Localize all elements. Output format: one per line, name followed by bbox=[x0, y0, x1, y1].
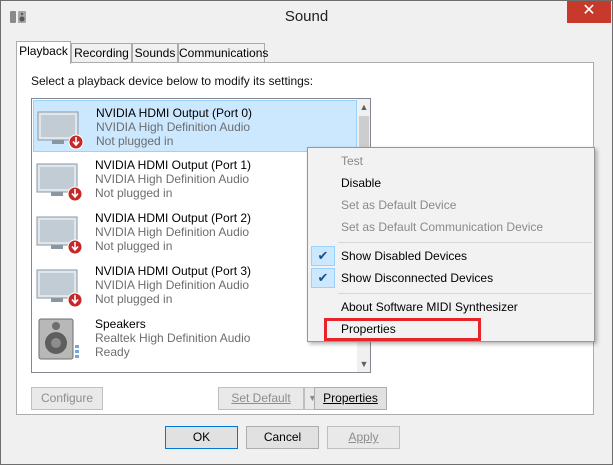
device-item-hdmi-port-0[interactable]: NVIDIA HDMI Output (Port 0) NVIDIA High … bbox=[33, 100, 357, 152]
ok-label: OK bbox=[192, 430, 211, 444]
device-driver: NVIDIA High Definition Audio bbox=[96, 120, 251, 134]
context-menu: Test Disable Set as Default Device Set a… bbox=[307, 147, 595, 342]
device-driver: Realtek High Definition Audio bbox=[95, 331, 251, 345]
configure-label: Configure bbox=[40, 391, 94, 405]
monitor-icon bbox=[36, 163, 83, 202]
menu-item-about-midi-synth[interactable]: About Software MIDI Synthesizer bbox=[341, 300, 518, 314]
tab-label: Sounds bbox=[134, 46, 176, 60]
device-driver: NVIDIA High Definition Audio bbox=[95, 278, 250, 292]
scroll-down-icon[interactable]: ▼ bbox=[357, 357, 370, 371]
tab-label: Communications bbox=[179, 46, 269, 60]
tab-communications[interactable]: Communications bbox=[178, 43, 269, 63]
device-name: NVIDIA HDMI Output (Port 1) bbox=[95, 158, 252, 172]
device-name: NVIDIA HDMI Output (Port 0) bbox=[96, 106, 253, 120]
window-title: Sound bbox=[284, 8, 329, 25]
monitor-icon bbox=[36, 269, 83, 308]
menu-item-test[interactable]: Test bbox=[341, 154, 363, 168]
menu-item-set-default-communication[interactable]: Set as Default Communication Device bbox=[341, 220, 543, 234]
apply-label: Apply bbox=[348, 430, 379, 444]
tab-playback[interactable]: Playback bbox=[16, 41, 71, 64]
tab-sounds[interactable]: Sounds bbox=[132, 43, 178, 63]
menu-item-show-disabled-devices[interactable]: Show Disabled Devices bbox=[341, 249, 467, 263]
cancel-button[interactable]: Cancel bbox=[246, 426, 319, 449]
set-default-button[interactable]: Set Default bbox=[218, 387, 304, 410]
device-status: Not plugged in bbox=[95, 186, 173, 200]
tab-label: Playback bbox=[19, 44, 68, 58]
instruction-text: Select a playback device below to modify… bbox=[31, 74, 314, 88]
device-name: NVIDIA HDMI Output (Port 2) bbox=[95, 211, 252, 225]
properties-label: Properties bbox=[323, 391, 378, 405]
configure-button[interactable]: Configure bbox=[31, 387, 103, 410]
device-status: Not plugged in bbox=[95, 239, 173, 253]
check-icon: ✔ bbox=[311, 268, 335, 288]
menu-separator bbox=[338, 242, 592, 243]
device-status: Ready bbox=[95, 345, 130, 359]
cancel-label: Cancel bbox=[263, 430, 302, 444]
menu-item-disable[interactable]: Disable bbox=[341, 176, 381, 190]
apply-button[interactable]: Apply bbox=[327, 426, 400, 449]
close-button[interactable]: ✕ bbox=[567, 1, 611, 23]
menu-item-show-disconnected-devices[interactable]: Show Disconnected Devices bbox=[341, 271, 493, 285]
device-status: Not plugged in bbox=[96, 134, 174, 148]
scroll-up-icon[interactable]: ▲ bbox=[357, 100, 370, 114]
menu-separator bbox=[338, 293, 592, 294]
close-icon: ✕ bbox=[582, 2, 596, 19]
highlight-annotation bbox=[324, 318, 481, 341]
device-name: NVIDIA HDMI Output (Port 3) bbox=[95, 264, 252, 278]
device-driver: NVIDIA High Definition Audio bbox=[95, 172, 250, 186]
menu-item-set-default-device[interactable]: Set as Default Device bbox=[341, 198, 456, 212]
check-icon: ✔ bbox=[311, 246, 335, 266]
speaker-icon bbox=[38, 318, 79, 360]
sound-dialog: Sound ✕ Playback Recording Sounds Commun… bbox=[0, 0, 613, 465]
tab-label: Recording bbox=[74, 46, 129, 60]
tab-recording[interactable]: Recording bbox=[71, 43, 132, 63]
properties-button[interactable]: Properties bbox=[314, 387, 387, 410]
device-status: Not plugged in bbox=[95, 292, 173, 306]
device-driver: NVIDIA High Definition Audio bbox=[95, 225, 250, 239]
set-default-label: Set Default bbox=[231, 391, 291, 405]
monitor-icon bbox=[37, 111, 84, 150]
monitor-icon bbox=[36, 216, 83, 255]
ok-button[interactable]: OK bbox=[165, 426, 238, 449]
title-bar: Sound ✕ bbox=[1, 1, 612, 33]
device-name: Speakers bbox=[95, 317, 146, 331]
